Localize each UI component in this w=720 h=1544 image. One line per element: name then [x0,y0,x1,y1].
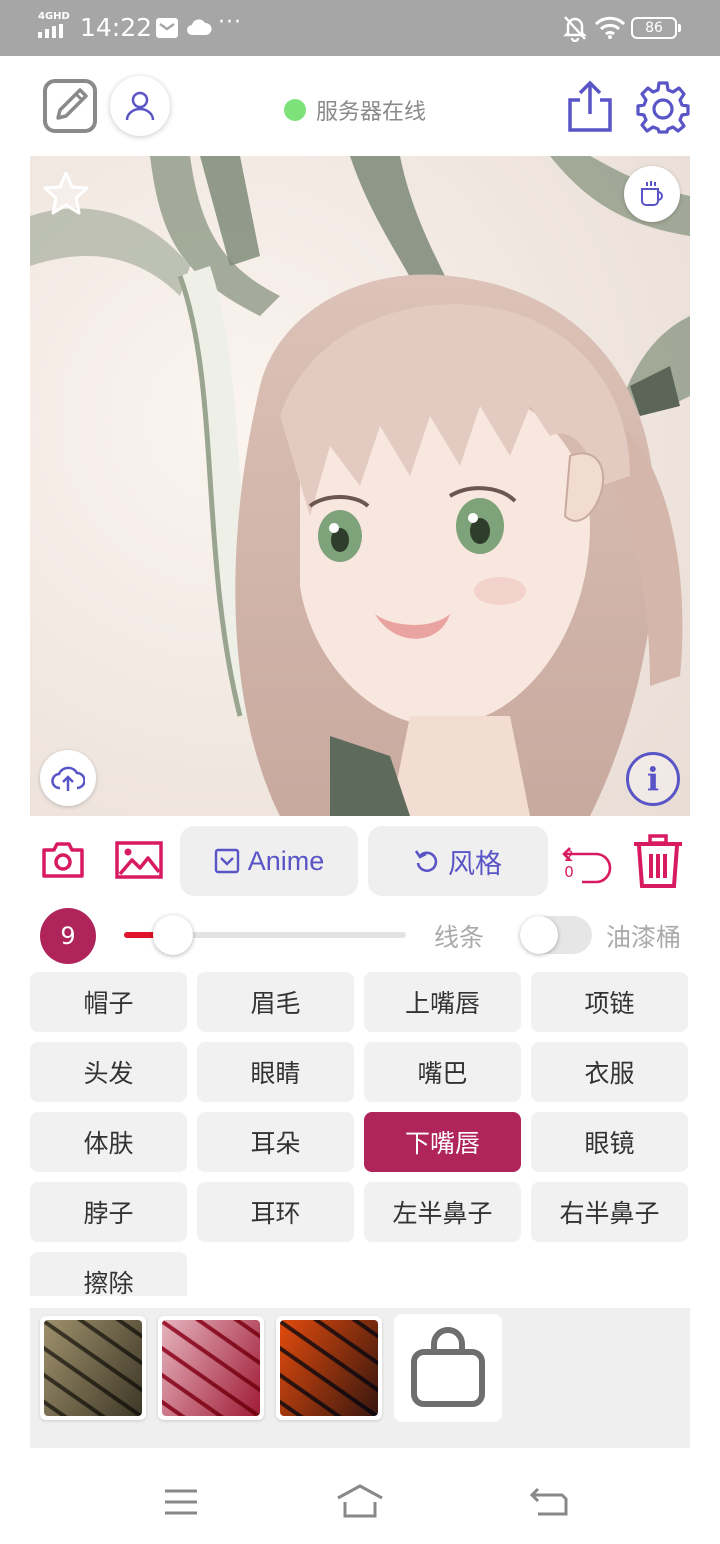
network-type: 4GHD [38,11,70,22]
shopping-bag-icon[interactable] [394,1314,502,1422]
battery-level: 86 [631,17,681,39]
undo-count: 20 [564,847,574,881]
trash-icon[interactable] [632,834,684,894]
part-button[interactable]: 上嘴唇 [364,972,521,1032]
menu-icon[interactable] [164,1488,198,1520]
line-mode-label: 线条 [434,923,485,952]
part-button[interactable]: 下嘴唇 [364,1112,521,1172]
style-label: 风格 [448,848,502,879]
user-icon[interactable] [110,76,170,136]
home-icon[interactable] [336,1484,384,1522]
part-button[interactable]: 头发 [30,1042,187,1102]
tool-row: Anime 风格 20 [0,826,720,898]
part-button[interactable]: 项链 [531,972,688,1032]
beige-texture[interactable] [40,1316,146,1420]
bell-off-icon [562,14,588,46]
anime-portrait-image [30,156,690,816]
gallery-icon[interactable] [114,840,164,884]
back-icon[interactable] [529,1486,568,1522]
refresh-icon [414,850,438,873]
part-button[interactable]: 帽子 [30,972,187,1032]
star-icon[interactable] [42,170,90,220]
more-notifications: ··· [218,10,242,35]
orange-texture[interactable] [276,1316,382,1420]
part-button[interactable]: 右半鼻子 [531,1182,688,1242]
settings-icon[interactable] [636,80,690,138]
brush-size-slider[interactable] [124,915,406,955]
wifi-icon [594,16,626,44]
texture-strip [30,1308,690,1448]
server-status-text: 服务器在线 [316,100,427,125]
part-button[interactable]: 衣服 [531,1042,688,1102]
checkbox-icon [214,848,239,874]
part-button[interactable]: 耳环 [197,1182,354,1242]
brush-row: 9 线条 油漆桶 [0,906,720,966]
part-button[interactable]: 擦除 [30,1252,187,1296]
texture-swatch [44,1320,142,1416]
part-button[interactable]: 脖子 [30,1182,187,1242]
anime-label: Anime [247,845,325,876]
upload-cloud-icon[interactable] [40,750,96,806]
anime-model-button[interactable]: Anime [180,826,358,896]
edit-icon[interactable] [42,78,98,134]
navigation-bar [0,1460,720,1544]
part-button[interactable]: 左半鼻子 [364,1182,521,1242]
signal-icon [38,24,63,38]
slider-thumb[interactable] [152,915,193,955]
part-button[interactable]: 耳朵 [197,1112,354,1172]
part-selector-grid: 帽子 眉毛 上嘴唇 项链头发 眼睛 嘴巴 衣服体肤 耳朵 下嘴唇 眼镜脖子 耳环 左半鼻子 右半鼻子擦除 [30,972,690,1296]
texture-swatch [280,1320,378,1416]
paint-bucket-label: 油漆桶 [606,923,682,952]
part-button[interactable]: 嘴巴 [364,1042,521,1102]
camera-icon[interactable] [40,840,86,884]
texture-swatch [162,1320,260,1416]
part-button[interactable]: 眼睛 [197,1042,354,1102]
top-toolbar: 服务器在线 [0,56,720,156]
mail-icon [156,18,178,38]
paint-bucket-toggle[interactable] [520,916,592,954]
online-indicator [284,99,306,121]
image-canvas[interactable]: i [30,156,690,816]
share-icon[interactable] [566,80,614,138]
server-status: 服务器在线 [284,94,426,126]
crimson-texture[interactable] [158,1316,264,1420]
coffee-icon[interactable] [624,166,680,222]
info-icon[interactable]: i [626,752,680,806]
clock: 14:22 [80,13,153,42]
status-bar: 4GHD 14:22 ··· 86 [0,0,720,56]
part-button[interactable]: 眉毛 [197,972,354,1032]
cloud-icon [186,16,212,42]
part-button[interactable]: 体肤 [30,1112,187,1172]
brush-size-badge[interactable]: 9 [40,908,96,964]
style-button[interactable]: 风格 [368,826,548,896]
part-button[interactable]: 眼镜 [531,1112,688,1172]
toggle-knob [520,916,558,954]
